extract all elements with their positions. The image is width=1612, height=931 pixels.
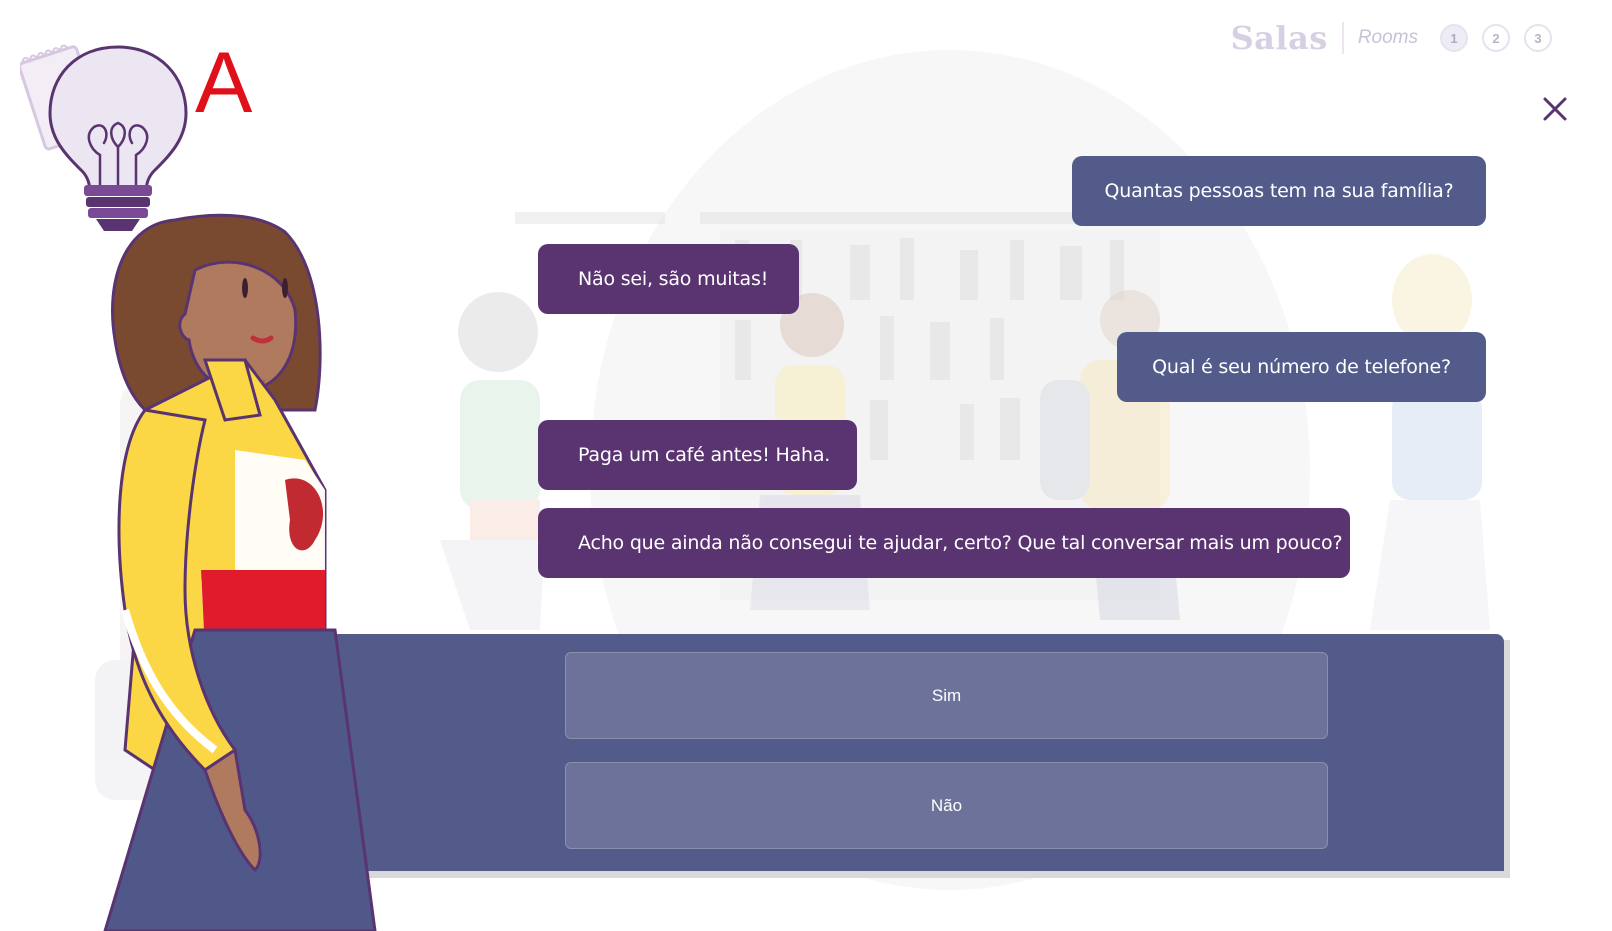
hint-button[interactable] <box>18 35 190 235</box>
lightbulb-icon <box>18 44 188 231</box>
answer-option-nao[interactable]: Não <box>565 762 1328 849</box>
hint-letter: A <box>195 35 253 131</box>
chat-message-bot: Não sei, são muitas! <box>538 244 799 314</box>
character-illustration <box>85 210 415 931</box>
rooms-bar: Salas Rooms 1 2 3 <box>1231 18 1552 58</box>
close-icon <box>1543 97 1567 121</box>
rooms-label: Rooms <box>1357 27 1418 48</box>
room-3-button[interactable]: 3 <box>1524 24 1552 52</box>
chat-message-user: Quantas pessoas tem na sua família? <box>1072 156 1486 226</box>
answer-option-sim[interactable]: Sim <box>565 652 1328 739</box>
room-2-button[interactable]: 2 <box>1482 24 1510 52</box>
chat-message-bot: Paga um café antes! Haha. <box>538 420 857 490</box>
room-1-button[interactable]: 1 <box>1440 24 1468 52</box>
chat-message-user: Qual é seu número de telefone? <box>1117 332 1486 402</box>
close-button[interactable] <box>1540 94 1570 124</box>
chat-message-bot: Acho que ainda não consegui te ajudar, c… <box>538 508 1350 578</box>
salas-title: Salas <box>1230 19 1328 57</box>
rooms-divider <box>1341 22 1344 54</box>
